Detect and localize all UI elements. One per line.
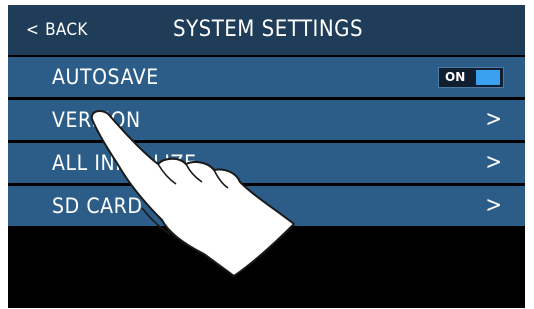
toggle-knob <box>476 70 500 85</box>
menu-item-autosave[interactable]: AUTOSAVE ON <box>8 57 525 97</box>
chevron-left-icon: < <box>26 20 40 40</box>
page-title: SYSTEM SETTINGS <box>173 17 364 42</box>
menu-item-label: AUTOSAVE <box>52 65 159 89</box>
chevron-right-icon: > <box>485 150 502 175</box>
toggle-state-text: ON <box>445 70 466 84</box>
menu-item-label: ALL INITIALIZE <box>52 151 197 175</box>
back-label: BACK <box>45 20 88 40</box>
menu-item-label: SD CARD <box>52 194 143 218</box>
autosave-toggle[interactable]: ON <box>438 67 504 88</box>
menu-item-sd-card[interactable]: SD CARD > <box>8 186 525 226</box>
device-screen: < BACK SYSTEM SETTINGS AUTOSAVE ON VERSIO… <box>8 5 525 308</box>
chevron-right-icon: > <box>485 193 502 218</box>
menu-item-version[interactable]: VERSION > <box>8 100 525 140</box>
settings-list: AUTOSAVE ON VERSION > ALL INITIALIZE > S… <box>8 57 525 229</box>
menu-item-all-initialize[interactable]: ALL INITIALIZE > <box>8 143 525 183</box>
chevron-right-icon: > <box>485 107 502 132</box>
menu-item-label: VERSION <box>52 108 141 132</box>
back-button[interactable]: < BACK <box>26 5 88 55</box>
top-bar: < BACK SYSTEM SETTINGS <box>8 5 525 55</box>
